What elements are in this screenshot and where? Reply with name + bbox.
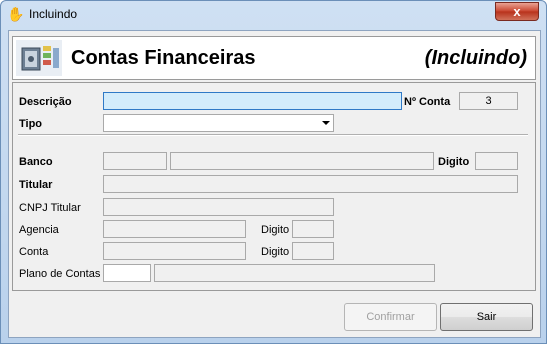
- banco-code-field[interactable]: [103, 152, 167, 170]
- form-header: Contas Financeiras (Incluindo): [12, 36, 536, 80]
- digito-banco-label: Digito: [438, 156, 470, 168]
- num-conta-value: 3: [485, 95, 492, 107]
- sair-button[interactable]: Sair: [440, 303, 533, 331]
- title-bar[interactable]: ✋ Incluindo x: [1, 1, 546, 27]
- banco-name-field[interactable]: [170, 152, 434, 170]
- button-bar: Confirmar Sair: [12, 293, 534, 334]
- digito-agencia-field[interactable]: [292, 220, 334, 238]
- separator: [18, 134, 528, 136]
- agencia-label: Agencia: [19, 224, 59, 236]
- cnpj-titular-field[interactable]: [103, 198, 334, 216]
- agencia-field[interactable]: [103, 220, 246, 238]
- dialog-window: ✋ Incluindo x Contas Financeiras (Inclui…: [0, 0, 547, 344]
- client-area: Contas Financeiras (Incluindo) Descrição…: [8, 30, 541, 338]
- digito-banco-field[interactable]: [475, 152, 518, 170]
- num-conta-field: 3: [459, 92, 518, 110]
- window-title: Incluindo: [29, 7, 78, 21]
- plano-de-contas-label: Plano de Contas: [19, 268, 101, 280]
- plano-de-contas-code-field[interactable]: [103, 264, 151, 282]
- digito-conta-label: Digito: [261, 246, 290, 258]
- form-panel: Descrição Nº Conta 3 Tipo Banco Digito T…: [12, 82, 536, 291]
- conta-label: Conta: [19, 246, 49, 258]
- plano-de-contas-name-field[interactable]: [154, 264, 435, 282]
- banco-label: Banco: [19, 156, 53, 168]
- tipo-select[interactable]: [103, 114, 334, 132]
- cnpj-titular-label: CNPJ Titular: [19, 202, 81, 214]
- descricao-input[interactable]: [103, 92, 402, 110]
- titular-label: Titular: [19, 179, 53, 191]
- descricao-label: Descrição: [19, 96, 72, 108]
- hand-icon: ✋: [7, 6, 25, 22]
- page-title: Contas Financeiras: [71, 47, 256, 69]
- close-button[interactable]: x: [495, 2, 539, 21]
- mode-status: (Incluindo): [424, 47, 527, 69]
- tipo-label: Tipo: [19, 118, 43, 130]
- finance-accounts-icon: [16, 40, 62, 76]
- conta-field[interactable]: [103, 242, 246, 260]
- confirmar-button[interactable]: Confirmar: [344, 303, 437, 331]
- num-conta-label: Nº Conta: [404, 96, 451, 108]
- digito-conta-field[interactable]: [292, 242, 334, 260]
- chevron-down-icon[interactable]: [322, 121, 330, 125]
- titular-field[interactable]: [103, 175, 518, 193]
- digito-agencia-label: Digito: [261, 224, 290, 236]
